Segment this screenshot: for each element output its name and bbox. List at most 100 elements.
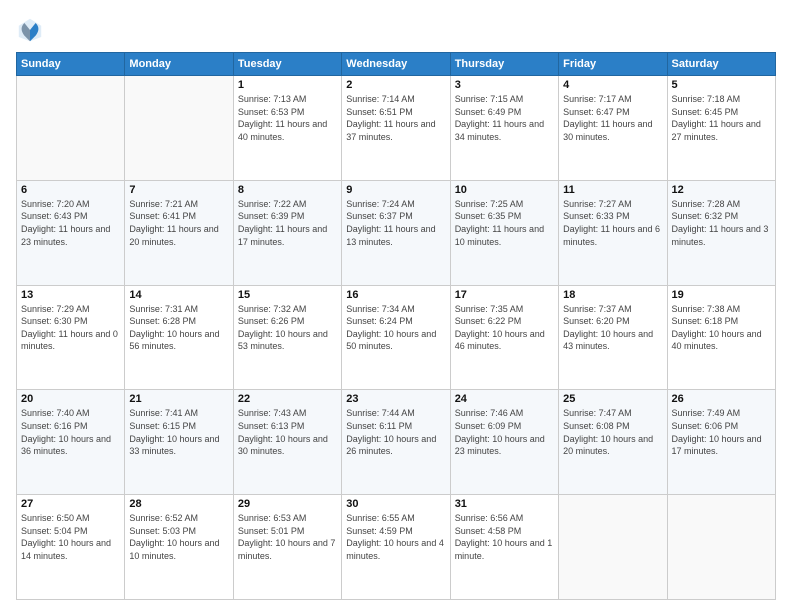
day-number: 14 [129, 289, 228, 301]
calendar-cell: 21 Sunrise: 7:41 AM Sunset: 6:15 PM Dayli… [125, 390, 233, 495]
calendar-cell: 11 Sunrise: 7:27 AM Sunset: 6:33 PM Dayli… [559, 180, 667, 285]
day-info: Sunrise: 7:43 AM Sunset: 6:13 PM Dayligh… [238, 407, 337, 457]
week-row-4: 27 Sunrise: 6:50 AM Sunset: 5:04 PM Dayli… [17, 495, 776, 600]
day-number: 21 [129, 393, 228, 405]
week-row-3: 20 Sunrise: 7:40 AM Sunset: 6:16 PM Dayli… [17, 390, 776, 495]
weekday-tuesday: Tuesday [233, 53, 341, 76]
day-number: 16 [346, 289, 445, 301]
day-number: 29 [238, 498, 337, 510]
weekday-monday: Monday [125, 53, 233, 76]
week-row-1: 6 Sunrise: 7:20 AM Sunset: 6:43 PM Daylig… [17, 180, 776, 285]
weekday-friday: Friday [559, 53, 667, 76]
day-number: 6 [21, 184, 120, 196]
calendar-cell: 7 Sunrise: 7:21 AM Sunset: 6:41 PM Daylig… [125, 180, 233, 285]
day-info: Sunrise: 7:49 AM Sunset: 6:06 PM Dayligh… [672, 407, 771, 457]
day-info: Sunrise: 7:15 AM Sunset: 6:49 PM Dayligh… [455, 93, 554, 143]
calendar-cell: 1Sunrise: 7:13 AM Sunset: 6:53 PM Daylig… [233, 76, 341, 181]
day-info: Sunrise: 7:31 AM Sunset: 6:28 PM Dayligh… [129, 303, 228, 353]
day-number: 24 [455, 393, 554, 405]
day-info: Sunrise: 7:41 AM Sunset: 6:15 PM Dayligh… [129, 407, 228, 457]
weekday-header-row: SundayMondayTuesdayWednesdayThursdayFrid… [17, 53, 776, 76]
calendar-cell: 19Sunrise: 7:38 AM Sunset: 6:18 PM Dayli… [667, 285, 775, 390]
weekday-thursday: Thursday [450, 53, 558, 76]
week-row-2: 13Sunrise: 7:29 AM Sunset: 6:30 PM Dayli… [17, 285, 776, 390]
day-number: 2 [346, 79, 445, 91]
weekday-wednesday: Wednesday [342, 53, 450, 76]
day-number: 23 [346, 393, 445, 405]
calendar-cell: 26 Sunrise: 7:49 AM Sunset: 6:06 PM Dayli… [667, 390, 775, 495]
calendar-cell: 13Sunrise: 7:29 AM Sunset: 6:30 PM Dayli… [17, 285, 125, 390]
day-info: Sunrise: 6:50 AM Sunset: 5:04 PM Dayligh… [21, 512, 120, 562]
day-info: Sunrise: 6:56 AM Sunset: 4:58 PM Dayligh… [455, 512, 554, 562]
calendar-cell: 30Sunrise: 6:55 AM Sunset: 4:59 PM Dayli… [342, 495, 450, 600]
calendar-cell: 9 Sunrise: 7:24 AM Sunset: 6:37 PM Daylig… [342, 180, 450, 285]
day-number: 20 [21, 393, 120, 405]
day-info: Sunrise: 7:46 AM Sunset: 6:09 PM Dayligh… [455, 407, 554, 457]
day-info: Sunrise: 7:35 AM Sunset: 6:22 PM Dayligh… [455, 303, 554, 353]
calendar-cell: 22 Sunrise: 7:43 AM Sunset: 6:13 PM Dayli… [233, 390, 341, 495]
weekday-saturday: Saturday [667, 53, 775, 76]
day-info: Sunrise: 7:27 AM Sunset: 6:33 PM Dayligh… [563, 198, 662, 248]
calendar-cell: 8 Sunrise: 7:22 AM Sunset: 6:39 PM Daylig… [233, 180, 341, 285]
day-number: 26 [672, 393, 771, 405]
calendar-cell: 29Sunrise: 6:53 AM Sunset: 5:01 PM Dayli… [233, 495, 341, 600]
day-info: Sunrise: 7:14 AM Sunset: 6:51 PM Dayligh… [346, 93, 445, 143]
logo-icon [16, 16, 44, 44]
calendar-cell: 17 Sunrise: 7:35 AM Sunset: 6:22 PM Dayli… [450, 285, 558, 390]
calendar-cell: 3 Sunrise: 7:15 AM Sunset: 6:49 PM Daylig… [450, 76, 558, 181]
calendar-cell [667, 495, 775, 600]
day-info: Sunrise: 7:29 AM Sunset: 6:30 PM Dayligh… [21, 303, 120, 353]
day-info: Sunrise: 7:47 AM Sunset: 6:08 PM Dayligh… [563, 407, 662, 457]
calendar-cell: 16Sunrise: 7:34 AM Sunset: 6:24 PM Dayli… [342, 285, 450, 390]
day-number: 5 [672, 79, 771, 91]
day-info: Sunrise: 7:21 AM Sunset: 6:41 PM Dayligh… [129, 198, 228, 248]
day-number: 15 [238, 289, 337, 301]
day-info: Sunrise: 7:37 AM Sunset: 6:20 PM Dayligh… [563, 303, 662, 353]
calendar-cell [125, 76, 233, 181]
calendar-cell: 12 Sunrise: 7:28 AM Sunset: 6:32 PM Dayli… [667, 180, 775, 285]
calendar-cell: 20 Sunrise: 7:40 AM Sunset: 6:16 PM Dayli… [17, 390, 125, 495]
calendar-cell: 18 Sunrise: 7:37 AM Sunset: 6:20 PM Dayli… [559, 285, 667, 390]
day-info: Sunrise: 7:18 AM Sunset: 6:45 PM Dayligh… [672, 93, 771, 143]
day-number: 9 [346, 184, 445, 196]
day-number: 31 [455, 498, 554, 510]
calendar-cell: 31 Sunrise: 6:56 AM Sunset: 4:58 PM Dayli… [450, 495, 558, 600]
day-number: 28 [129, 498, 228, 510]
day-number: 10 [455, 184, 554, 196]
day-number: 1 [238, 79, 337, 91]
day-number: 3 [455, 79, 554, 91]
day-info: Sunrise: 7:38 AM Sunset: 6:18 PM Dayligh… [672, 303, 771, 353]
calendar-cell [17, 76, 125, 181]
day-info: Sunrise: 7:20 AM Sunset: 6:43 PM Dayligh… [21, 198, 120, 248]
week-row-0: 1Sunrise: 7:13 AM Sunset: 6:53 PM Daylig… [17, 76, 776, 181]
calendar-cell: 15 Sunrise: 7:32 AM Sunset: 6:26 PM Dayli… [233, 285, 341, 390]
day-info: Sunrise: 6:52 AM Sunset: 5:03 PM Dayligh… [129, 512, 228, 562]
day-number: 17 [455, 289, 554, 301]
calendar-cell: 23Sunrise: 7:44 AM Sunset: 6:11 PM Dayli… [342, 390, 450, 495]
calendar-cell: 10Sunrise: 7:25 AM Sunset: 6:35 PM Dayli… [450, 180, 558, 285]
day-number: 18 [563, 289, 662, 301]
logo [16, 16, 48, 44]
day-number: 7 [129, 184, 228, 196]
calendar-cell: 2 Sunrise: 7:14 AM Sunset: 6:51 PM Daylig… [342, 76, 450, 181]
day-number: 27 [21, 498, 120, 510]
day-info: Sunrise: 7:17 AM Sunset: 6:47 PM Dayligh… [563, 93, 662, 143]
calendar-cell: 25Sunrise: 7:47 AM Sunset: 6:08 PM Dayli… [559, 390, 667, 495]
day-info: Sunrise: 7:28 AM Sunset: 6:32 PM Dayligh… [672, 198, 771, 248]
calendar-cell: 14 Sunrise: 7:31 AM Sunset: 6:28 PM Dayli… [125, 285, 233, 390]
weekday-sunday: Sunday [17, 53, 125, 76]
calendar-cell: 5 Sunrise: 7:18 AM Sunset: 6:45 PM Daylig… [667, 76, 775, 181]
day-info: Sunrise: 7:24 AM Sunset: 6:37 PM Dayligh… [346, 198, 445, 248]
day-info: Sunrise: 7:32 AM Sunset: 6:26 PM Dayligh… [238, 303, 337, 353]
day-info: Sunrise: 6:55 AM Sunset: 4:59 PM Dayligh… [346, 512, 445, 562]
calendar-cell: 28 Sunrise: 6:52 AM Sunset: 5:03 PM Dayli… [125, 495, 233, 600]
day-info: Sunrise: 7:22 AM Sunset: 6:39 PM Dayligh… [238, 198, 337, 248]
calendar-cell [559, 495, 667, 600]
day-number: 4 [563, 79, 662, 91]
day-number: 11 [563, 184, 662, 196]
calendar-cell: 24 Sunrise: 7:46 AM Sunset: 6:09 PM Dayli… [450, 390, 558, 495]
day-number: 8 [238, 184, 337, 196]
day-info: Sunrise: 7:40 AM Sunset: 6:16 PM Dayligh… [21, 407, 120, 457]
day-number: 22 [238, 393, 337, 405]
day-number: 12 [672, 184, 771, 196]
